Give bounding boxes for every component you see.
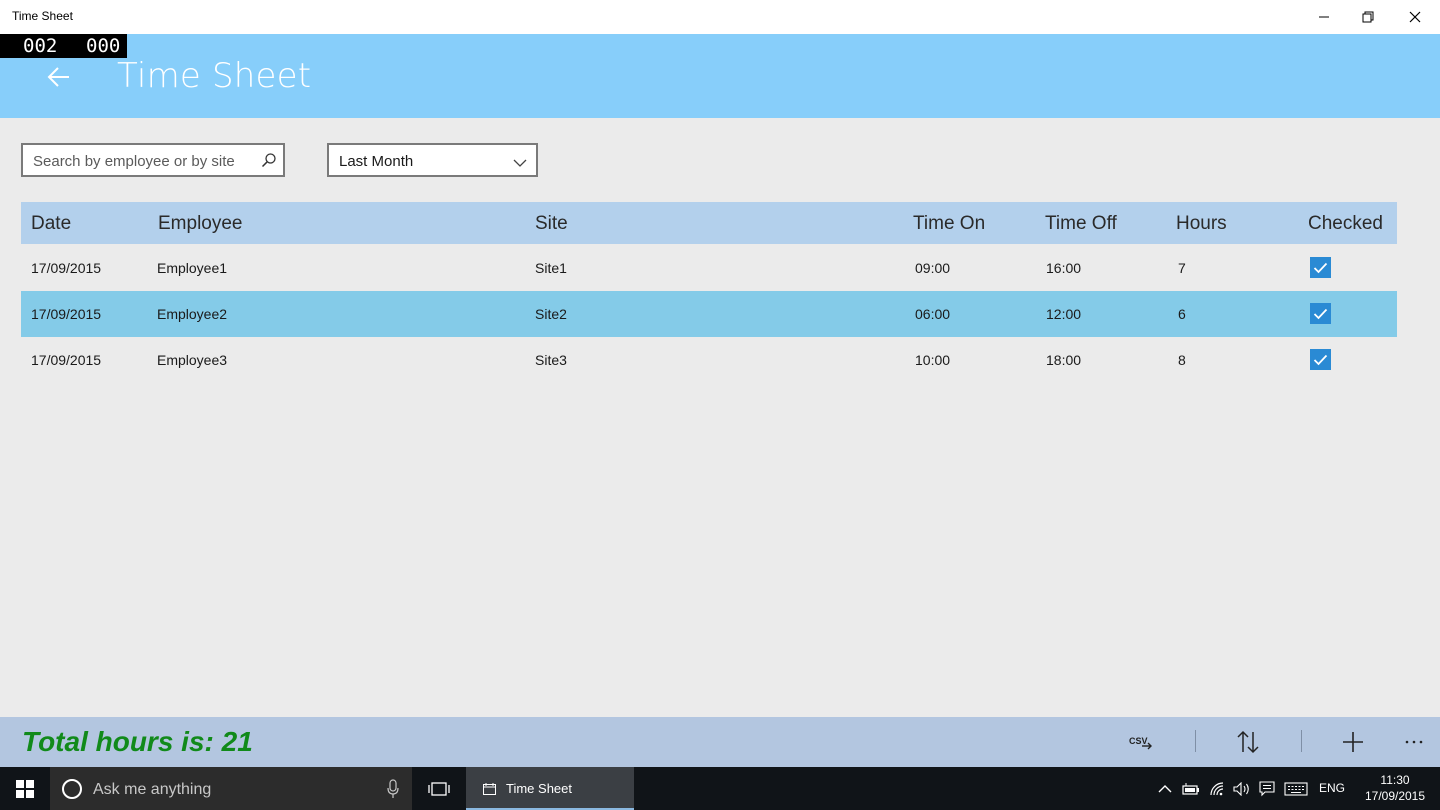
cortana-icon [62, 779, 82, 799]
export-csv-button[interactable]: CSV [1120, 717, 1164, 767]
close-icon [1409, 11, 1421, 23]
checked-checkbox[interactable] [1310, 349, 1331, 370]
cell-date: 17/09/2015 [31, 306, 102, 322]
plus-icon [1343, 732, 1363, 752]
csv-icon-text: CSV [1129, 736, 1148, 746]
cell-hours: 8 [1178, 352, 1186, 368]
cell-time-off: 12:00 [1046, 306, 1082, 322]
cell-site: Site2 [535, 306, 567, 322]
keyboard-icon [1284, 781, 1308, 796]
table-header: Date Employee Site Time On Time Off Hour… [21, 202, 1397, 244]
column-header-checked[interactable]: Checked [1308, 213, 1383, 235]
start-button[interactable] [0, 767, 50, 810]
sort-icon [1237, 730, 1259, 754]
cell-time-off: 16:00 [1046, 260, 1082, 276]
search-placeholder: Search by employee or by site [33, 153, 235, 170]
battery-button[interactable] [1180, 767, 1202, 810]
column-header-employee[interactable]: Employee [158, 213, 243, 235]
cell-date: 17/09/2015 [31, 260, 102, 276]
column-header-site[interactable]: Site [535, 213, 568, 235]
battery-icon [1182, 782, 1199, 795]
app-header: Time Sheet [0, 34, 1440, 118]
task-view-button[interactable] [418, 767, 460, 810]
show-hidden-icons-button[interactable] [1154, 767, 1176, 810]
column-header-hours[interactable]: Hours [1176, 213, 1227, 235]
notification-icon [1259, 780, 1275, 796]
checkmark-icon [1313, 262, 1328, 273]
wifi-icon [1210, 781, 1224, 795]
cell-time-on: 10:00 [915, 352, 951, 368]
clock-date: 17/09/2015 [1364, 789, 1426, 803]
cell-employee: Employee3 [157, 352, 228, 368]
cell-time-off: 18:00 [1046, 352, 1082, 368]
window-title-bar: Time Sheet [0, 0, 1440, 34]
search-icon[interactable] [261, 152, 277, 173]
cell-employee: Employee1 [157, 260, 228, 276]
volume-button[interactable] [1231, 767, 1253, 810]
chevron-up-icon [1158, 785, 1172, 793]
task-view-icon [428, 781, 450, 796]
csv-export-icon: CSV [1129, 736, 1152, 750]
cell-employee: Employee2 [157, 306, 228, 322]
period-dropdown[interactable]: Last Month [327, 143, 538, 177]
cell-hours: 6 [1178, 306, 1186, 322]
cell-site: Site3 [535, 352, 567, 368]
close-button[interactable] [1392, 0, 1438, 34]
restore-button[interactable] [1345, 0, 1391, 34]
network-button[interactable] [1206, 767, 1230, 810]
page-title: Time Sheet [117, 56, 312, 96]
more-dots-icon [1405, 740, 1423, 744]
system-clock[interactable]: 11:30 17/09/2015 [1358, 772, 1432, 804]
cell-hours: 7 [1178, 260, 1186, 276]
microphone-icon[interactable] [387, 779, 399, 804]
total-hours-label: Total hours is: 21 [22, 726, 253, 757]
column-header-time-off[interactable]: Time Off [1045, 213, 1117, 235]
add-entry-button[interactable] [1331, 717, 1375, 767]
chevron-down-icon [513, 155, 527, 173]
minimize-button[interactable] [1301, 0, 1347, 34]
checkmark-icon [1313, 354, 1328, 365]
minimize-icon [1319, 16, 1329, 18]
column-header-date[interactable]: Date [31, 213, 71, 235]
cell-time-on: 09:00 [915, 260, 951, 276]
touch-keyboard-button[interactable] [1282, 767, 1310, 810]
windows-logo-icon [16, 779, 34, 798]
taskbar: Ask me anything Time Sheet ENG 11:30 17/… [0, 767, 1440, 810]
command-separator [1301, 730, 1302, 752]
action-center-button[interactable] [1256, 767, 1278, 810]
cell-date: 17/09/2015 [31, 352, 102, 368]
frame-counter-left: 002 [23, 35, 58, 57]
cortana-search-box[interactable]: Ask me anything [50, 767, 412, 810]
checkmark-icon [1313, 308, 1328, 319]
speaker-icon [1233, 781, 1249, 796]
table-row[interactable]: 17/09/2015 Employee2 Site2 06:00 12:00 6 [21, 291, 1397, 337]
back-button[interactable] [44, 62, 74, 92]
cell-time-on: 06:00 [915, 306, 951, 322]
bottom-command-bar: Total hours is: 21 CSV [0, 717, 1440, 767]
checked-checkbox[interactable] [1310, 257, 1331, 278]
restore-icon [1362, 11, 1374, 23]
window-title: Time Sheet [12, 9, 73, 23]
cell-site: Site1 [535, 260, 567, 276]
command-separator [1195, 730, 1196, 752]
search-input[interactable]: Search by employee or by site [21, 143, 285, 177]
more-options-button[interactable] [1396, 717, 1432, 767]
clock-time: 11:30 [1380, 773, 1410, 787]
cortana-placeholder: Ask me anything [93, 781, 212, 798]
column-header-time-on[interactable]: Time On [913, 213, 985, 235]
taskbar-app-label: Time Sheet [506, 781, 572, 796]
frame-counter-right: 000 [86, 35, 121, 57]
frame-counter: 002 000 [0, 34, 127, 58]
period-selected-value: Last Month [339, 153, 414, 170]
taskbar-app-timesheet[interactable]: Time Sheet [466, 767, 634, 810]
table-row[interactable]: 17/09/2015 Employee1 Site1 09:00 16:00 7 [21, 245, 1397, 291]
checked-checkbox[interactable] [1310, 303, 1331, 324]
input-language-indicator[interactable]: ENG [1319, 781, 1345, 795]
back-arrow-icon [47, 67, 69, 87]
timesheet-app-icon [483, 782, 496, 800]
table-row[interactable]: 17/09/2015 Employee3 Site3 10:00 18:00 8 [21, 337, 1397, 383]
sort-button[interactable] [1226, 717, 1270, 767]
